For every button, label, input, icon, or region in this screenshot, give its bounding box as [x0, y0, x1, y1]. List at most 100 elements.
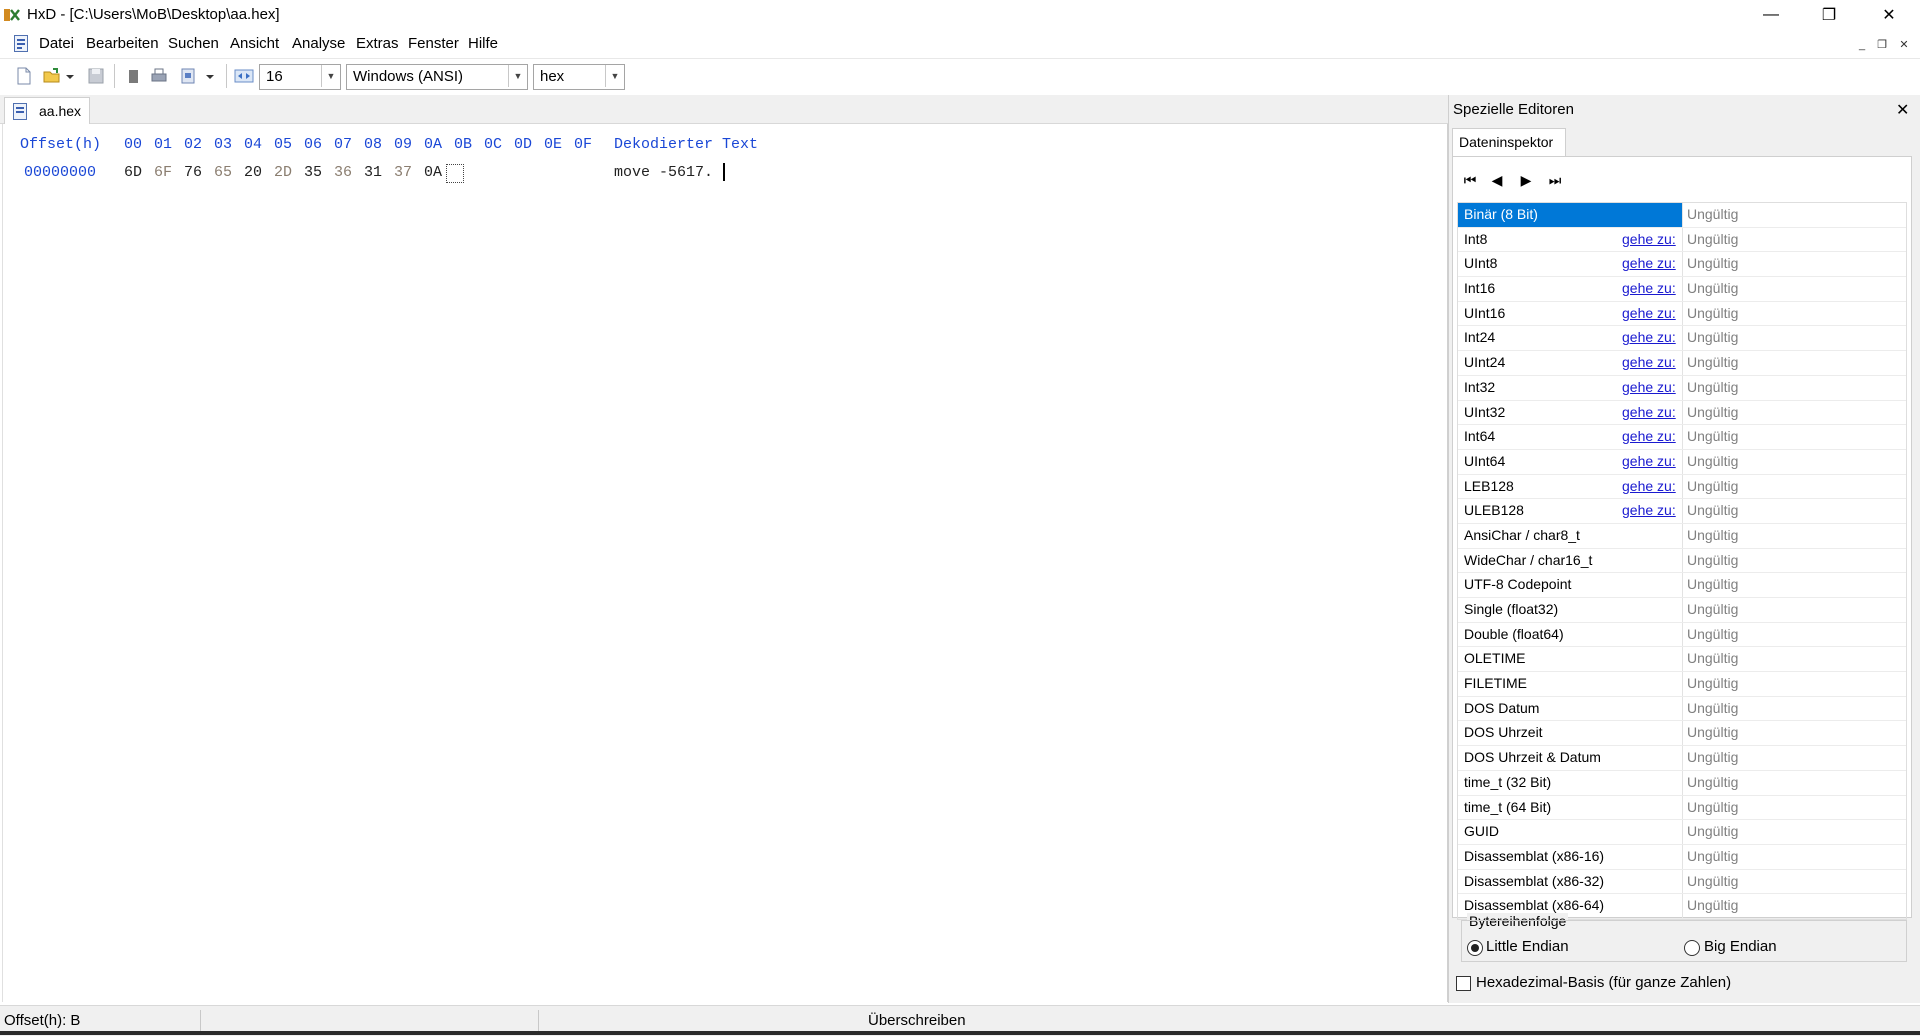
- close-button[interactable]: ✕: [1866, 0, 1912, 30]
- inspector-row[interactable]: Int32 gehe zu: Ungültig: [1458, 375, 1906, 401]
- save-icon[interactable]: [86, 66, 106, 86]
- hex-byte[interactable]: 36: [334, 164, 352, 181]
- hex-byte[interactable]: 37: [394, 164, 412, 181]
- hex-byte[interactable]: 0A: [424, 164, 442, 181]
- open-dropdown-icon[interactable]: [64, 66, 76, 86]
- inspector-value-cell[interactable]: Ungültig: [1682, 696, 1907, 721]
- big-endian-radio[interactable]: [1684, 940, 1700, 956]
- inspector-value-cell[interactable]: Ungültig: [1682, 227, 1907, 252]
- tab-dateninspektor[interactable]: Dateninspektor: [1452, 128, 1566, 157]
- inspector-row[interactable]: LEB128 gehe zu: Ungültig: [1458, 474, 1906, 500]
- goto-link[interactable]: gehe zu:: [1622, 329, 1676, 345]
- inspector-row[interactable]: UInt8 gehe zu: Ungültig: [1458, 252, 1907, 278]
- inspector-value-cell[interactable]: Ungültig: [1682, 795, 1907, 820]
- properties-dropdown-icon[interactable]: [204, 66, 216, 86]
- inspector-value-cell[interactable]: Ungültig: [1682, 400, 1907, 425]
- inspector-row[interactable]: Disassemblat (x86-32) Ungültig: [1458, 869, 1907, 895]
- goto-link[interactable]: gehe zu:: [1622, 502, 1676, 518]
- inspector-value-cell[interactable]: Ungültig: [1682, 301, 1907, 326]
- maximize-button[interactable]: ❐: [1806, 0, 1852, 30]
- inspector-row[interactable]: AnsiChar / char8_t Ungültig: [1458, 523, 1907, 549]
- goto-link[interactable]: gehe zu:: [1622, 255, 1676, 271]
- inspector-value-cell[interactable]: Ungültig: [1682, 598, 1907, 622]
- hex-editor[interactable]: [2, 124, 1448, 1002]
- close-icon[interactable]: ✕: [1896, 100, 1909, 120]
- hex-byte[interactable]: 20: [244, 164, 262, 181]
- inspector-row[interactable]: DOS Uhrzeit Ungültig: [1458, 721, 1907, 747]
- goto-link[interactable]: gehe zu:: [1622, 305, 1676, 321]
- inspector-value-cell[interactable]: Ungültig: [1682, 326, 1907, 351]
- inspector-row[interactable]: DOS Uhrzeit & Datum Ungültig: [1458, 746, 1906, 771]
- menu-bearbeiten[interactable]: Bearbeiten: [86, 35, 159, 52]
- minimize-button[interactable]: —: [1748, 0, 1794, 30]
- inspector-row[interactable]: UInt24 gehe zu: Ungültig: [1458, 351, 1906, 376]
- inspector-value-cell[interactable]: Ungültig: [1682, 770, 1907, 795]
- last-icon[interactable]: ⏭: [1544, 170, 1566, 190]
- next-icon[interactable]: ▶: [1515, 170, 1537, 190]
- hex-byte[interactable]: 35: [304, 164, 322, 181]
- chevron-down-icon[interactable]: ▼: [508, 65, 527, 87]
- decoded-text[interactable]: move -5617.: [614, 164, 713, 181]
- inspector-value-cell[interactable]: Ungültig: [1682, 351, 1907, 375]
- inspector-value-cell[interactable]: Ungültig: [1682, 820, 1907, 844]
- goto-link[interactable]: gehe zu:: [1622, 453, 1676, 469]
- inspector-value-cell[interactable]: Ungültig: [1682, 425, 1907, 449]
- inspector-row[interactable]: Disassemblat (x86-16) Ungültig: [1458, 844, 1907, 870]
- inspector-row[interactable]: WideChar / char16_t Ungültig: [1458, 548, 1906, 574]
- inspector-row[interactable]: Single (float32) Ungültig: [1458, 598, 1906, 623]
- inspector-value-cell[interactable]: Ungültig: [1682, 523, 1907, 548]
- bytes-per-row-select[interactable]: 16 ▼: [259, 64, 341, 90]
- inspector-row[interactable]: Int8 gehe zu: Ungültig: [1458, 227, 1907, 253]
- inspector-row[interactable]: Int64 gehe zu: Ungültig: [1458, 425, 1906, 450]
- goto-link[interactable]: gehe zu:: [1622, 280, 1676, 296]
- hex-byte[interactable]: 6F: [154, 164, 172, 181]
- hex-base-checkbox[interactable]: [1456, 976, 1471, 991]
- inspector-row[interactable]: time_t (64 Bit) Ungültig: [1458, 795, 1907, 821]
- hex-byte[interactable]: 31: [364, 164, 382, 181]
- goto-link[interactable]: gehe zu:: [1622, 231, 1676, 247]
- inspector-value-cell[interactable]: Ungültig: [1682, 647, 1907, 672]
- goto-link[interactable]: gehe zu:: [1622, 428, 1676, 444]
- inspector-value-cell[interactable]: Ungültig: [1682, 499, 1907, 523]
- inspector-row[interactable]: Int16 gehe zu: Ungültig: [1458, 277, 1906, 302]
- goto-link[interactable]: gehe zu:: [1622, 354, 1676, 370]
- offset-base-select[interactable]: hex ▼: [533, 64, 625, 90]
- inspector-value-cell[interactable]: Ungültig: [1682, 672, 1907, 696]
- inspector-row[interactable]: DOS Datum Ungültig: [1458, 696, 1907, 722]
- menu-ansicht[interactable]: Ansicht: [230, 35, 279, 52]
- inspector-value-cell[interactable]: Ungültig: [1682, 844, 1907, 869]
- inspector-row[interactable]: UInt32 gehe zu: Ungültig: [1458, 400, 1907, 426]
- inspector-value-cell[interactable]: Ungültig: [1682, 869, 1907, 894]
- chevron-down-icon[interactable]: ▼: [321, 65, 340, 87]
- open-folder-icon[interactable]: [42, 66, 62, 86]
- inspector-row[interactable]: GUID Ungültig: [1458, 820, 1906, 845]
- hex-byte[interactable]: 2D: [274, 164, 292, 181]
- inspector-row[interactable]: FILETIME Ungültig: [1458, 672, 1906, 697]
- inspector-value-cell[interactable]: Ungültig: [1682, 252, 1907, 277]
- little-endian-radio[interactable]: [1467, 940, 1483, 956]
- goto-link[interactable]: gehe zu:: [1622, 478, 1676, 494]
- print-icon[interactable]: [149, 66, 169, 86]
- inspector-row[interactable]: UInt16 gehe zu: Ungültig: [1458, 301, 1907, 327]
- mdi-close-button[interactable]: ✕: [1895, 37, 1913, 52]
- inspector-value-cell[interactable]: Ungültig: [1682, 573, 1907, 597]
- inspector-value-cell[interactable]: Ungültig: [1682, 203, 1907, 227]
- hex-byte[interactable]: 6D: [124, 164, 142, 181]
- charset-select[interactable]: Windows (ANSI) ▼: [346, 64, 528, 90]
- delete-icon[interactable]: [123, 66, 143, 86]
- inspector-row[interactable]: Double (float64) Ungültig: [1458, 622, 1906, 648]
- menu-suchen[interactable]: Suchen: [168, 35, 219, 52]
- new-file-icon[interactable]: [14, 66, 34, 86]
- inspector-value-cell[interactable]: Ungültig: [1682, 894, 1907, 918]
- goto-link[interactable]: gehe zu:: [1622, 404, 1676, 420]
- inspector-value-cell[interactable]: Ungültig: [1682, 721, 1907, 746]
- goto-link[interactable]: gehe zu:: [1622, 379, 1676, 395]
- menu-hilfe[interactable]: Hilfe: [468, 35, 498, 52]
- tab-aa-hex[interactable]: aa.hex: [4, 97, 90, 125]
- first-icon[interactable]: ⏮: [1459, 170, 1481, 190]
- inspector-value-cell[interactable]: Ungültig: [1682, 449, 1907, 474]
- menu-fenster[interactable]: Fenster: [408, 35, 459, 52]
- hex-byte[interactable]: 76: [184, 164, 202, 181]
- previous-icon[interactable]: ◀: [1486, 170, 1508, 190]
- inspector-row[interactable]: Int24 gehe zu: Ungültig: [1458, 326, 1907, 352]
